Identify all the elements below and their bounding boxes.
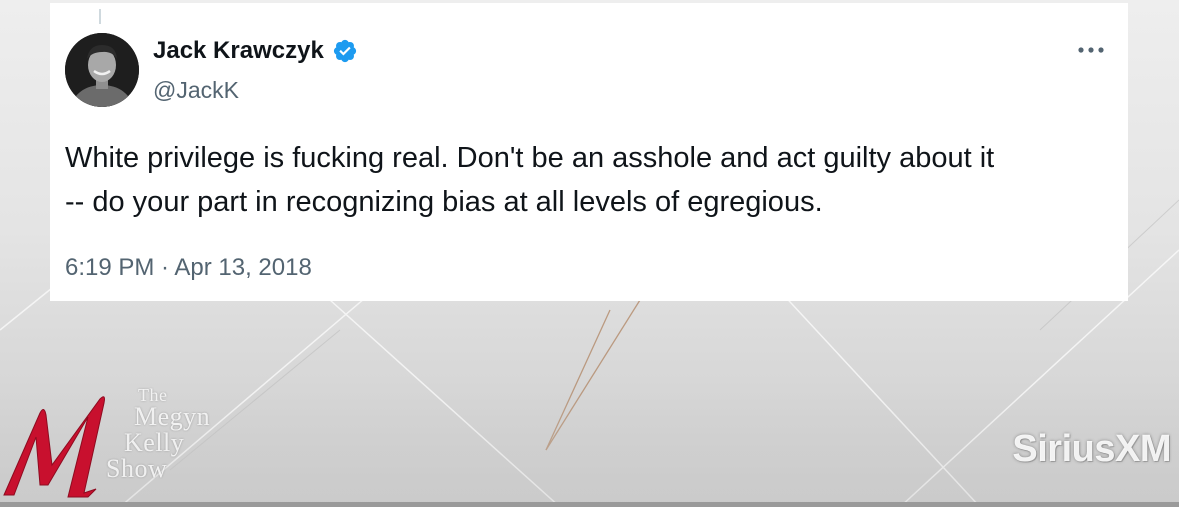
tweet-text-line-1: White privilege is fucking real. Don't b… (65, 142, 995, 174)
author-handle[interactable]: @JackK (153, 77, 239, 104)
avatar[interactable] (65, 33, 139, 107)
show-title-line-2: Megyn (134, 402, 211, 431)
tweet-text-line-2: -- do your part in recognizing bias at a… (65, 186, 823, 218)
tweet-card[interactable]: Jack Krawczyk @JackK White privilege is … (50, 3, 1128, 301)
author-display-name[interactable]: Jack Krawczyk (153, 37, 324, 65)
verified-badge-icon (333, 39, 356, 63)
tweet-timestamp[interactable]: 6:19 PM · Apr 13, 2018 (65, 254, 312, 282)
bottom-edge-strip (0, 502, 1179, 507)
author-name-row[interactable]: Jack Krawczyk (153, 37, 358, 65)
show-title: The Megyn Kelly Show (104, 386, 210, 482)
show-title-line-4: Show (106, 454, 168, 483)
siriusxm-logo: SiriusXM (1012, 428, 1171, 470)
more-options-icon[interactable] (1076, 43, 1106, 57)
avatar-photo (65, 33, 139, 107)
thread-connector (99, 9, 101, 24)
tweet-body: White privilege is fucking real. Don't b… (65, 136, 1115, 224)
show-title-line-3: Kelly (124, 428, 185, 457)
